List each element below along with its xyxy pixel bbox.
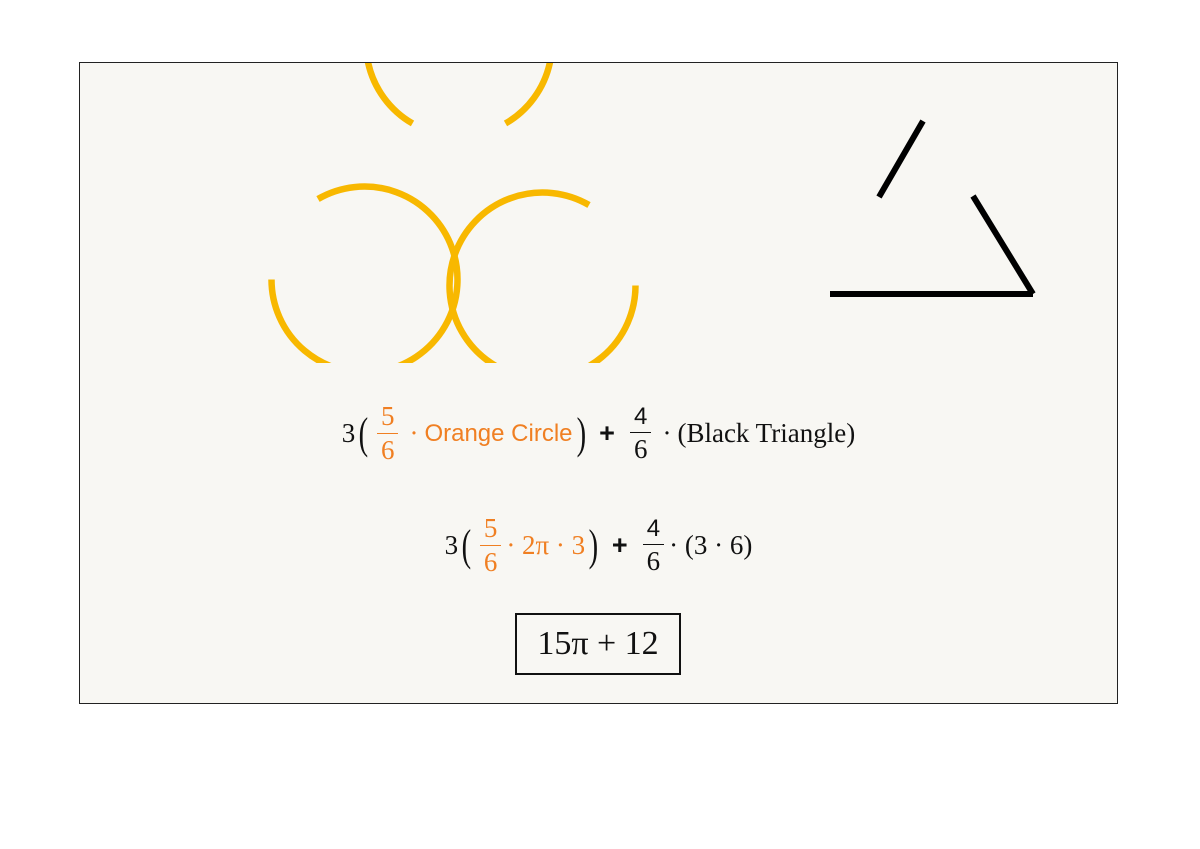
- eq1-frac-numerator: 5: [376, 403, 399, 434]
- eq1-black-triangle-term: (Black Triangle): [677, 418, 856, 448]
- eq2-frac2-denominator: 6: [646, 545, 661, 576]
- eq1-open-paren: (: [358, 408, 369, 458]
- eq2-fraction-orange: 5 6: [479, 515, 502, 577]
- eq2-coefficient: 3: [444, 530, 459, 560]
- eq1-frac2-numerator: 4: [630, 404, 652, 433]
- eq2-frac2-numerator: 4: [642, 516, 665, 545]
- eq1-orange-circle-term: Orange Circle: [424, 419, 573, 447]
- eq1-fraction-orange: 5 6: [376, 403, 399, 465]
- orange-circle-1: [268, 183, 461, 363]
- eq1-fraction-black: 4 6: [630, 404, 652, 464]
- eq2-circle-term: · 2π · 3: [506, 530, 586, 560]
- eq1-frac2-denominator: 6: [633, 433, 648, 464]
- diagram-panel: 3 ( 5 6 · Orange Circle ) + 4 6 · (Black…: [79, 62, 1118, 704]
- equation-line-2: 3 ( 5 6 · 2π · 3 ) + 4 6 · (3 · 6): [80, 515, 1117, 576]
- eq1-dot: ·: [409, 418, 419, 448]
- shapes-row: [268, 63, 1036, 363]
- black-triangle-segment-3: [876, 119, 926, 199]
- equation-line-1: 3 ( 5 6 · Orange Circle ) + 4 6 · (Black…: [80, 403, 1117, 464]
- eq2-open-paren: (: [461, 520, 472, 570]
- eq2-close-paren: ): [588, 520, 599, 570]
- eq1-plus: +: [599, 418, 615, 448]
- eq1-frac-denominator: 6: [380, 435, 395, 465]
- answer-value: 15π + 12: [537, 625, 659, 662]
- orange-circle-3: [446, 189, 639, 363]
- eq2-plus: +: [611, 530, 628, 560]
- eq1-coefficient: 3: [341, 418, 356, 448]
- eq2-fraction-black: 4 6: [642, 516, 665, 576]
- eq1-dot-2: ·: [662, 418, 672, 448]
- orange-circle-2: [364, 63, 554, 127]
- eq1-close-paren: ): [576, 408, 586, 458]
- eq2-triangle-term: · (3 · 6): [669, 530, 753, 560]
- black-triangle-segment-2: [970, 194, 1036, 296]
- eq2-frac-numerator: 5: [479, 515, 502, 546]
- eq2-frac-denominator: 6: [483, 547, 498, 577]
- answer-box: 15π + 12: [515, 613, 681, 675]
